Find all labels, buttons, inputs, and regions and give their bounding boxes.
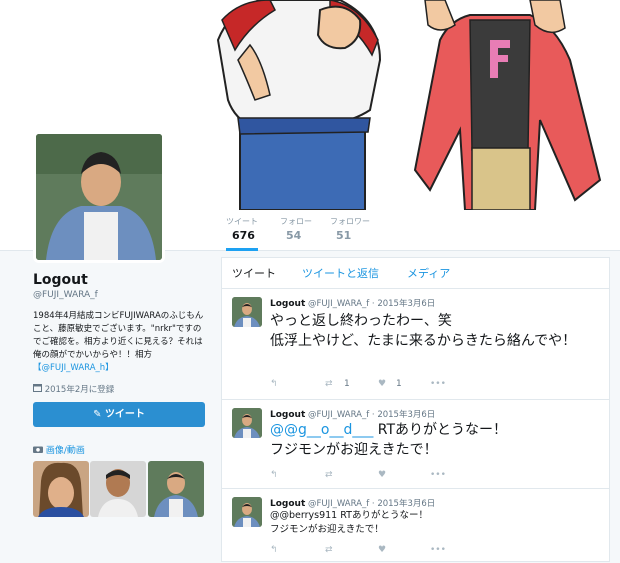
stat-tweets[interactable]: ツイート 676 xyxy=(226,216,258,251)
profile-avatar[interactable] xyxy=(33,131,165,263)
profile-name[interactable]: Logout xyxy=(33,272,208,288)
tab-tweets[interactable]: ツイート xyxy=(232,265,276,281)
quill-icon: ✎ xyxy=(93,409,102,420)
timeline: ツイート ツイートと返信 メディア Logout @FUJI_WARA_f · … xyxy=(221,257,610,562)
more-icon[interactable]: ••• xyxy=(430,470,446,480)
tab-tweets-and-replies[interactable]: ツイートと返信 xyxy=(302,265,379,281)
stat-following-value: 54 xyxy=(286,229,302,242)
retweet-icon[interactable]: ⇄ xyxy=(325,545,333,555)
media-thumbnail[interactable] xyxy=(148,461,204,517)
tweet-text-line: 低浮上やけど、たまに来るからきたら絡んでや！ xyxy=(270,333,577,349)
media-thumbnail[interactable] xyxy=(33,461,89,517)
tweet-mention[interactable]: @@g__o__d___ xyxy=(270,422,373,438)
tweet-actions: ↰ ⇄ ♥ ••• xyxy=(270,470,470,482)
avatar[interactable] xyxy=(232,497,262,527)
tweet-button[interactable]: ✎ ツイート xyxy=(33,402,205,427)
heart-icon[interactable]: ♥ xyxy=(378,545,386,555)
tweet-text-rest: RTありがとうなー！ xyxy=(373,422,508,438)
stat-following-label: フォロー xyxy=(280,217,312,226)
retweet-icon[interactable]: ⇄ xyxy=(325,379,333,389)
tweet-text-line: @@g__o__d___ RTありがとうなー！ xyxy=(270,420,600,440)
stat-followers-label: フォロワー xyxy=(330,217,370,226)
stat-followers[interactable]: フォロワー 51 xyxy=(330,216,370,242)
profile-bio: 1984年4月結成コンビFUJIWARAのふじもんこと、藤原敏史でございます。"… xyxy=(33,310,208,375)
reply-icon[interactable]: ↰ xyxy=(270,545,278,555)
heart-icon[interactable]: ♥ xyxy=(378,379,386,389)
media-thumbnail[interactable] xyxy=(90,461,146,517)
timeline-tabs: ツイート ツイートと返信 メディア xyxy=(222,258,609,289)
avatar[interactable] xyxy=(232,297,262,327)
tweet-author-name[interactable]: Logout xyxy=(270,499,305,509)
retweet-count: 1 xyxy=(344,379,350,389)
retweet-icon[interactable]: ⇄ xyxy=(325,470,333,480)
profile-info: Logout @FUJI_WARA_f 1984年4月結成コンビFUJIWARA… xyxy=(33,272,208,395)
stat-following[interactable]: フォロー 54 xyxy=(280,216,312,242)
tweet-text: やっと返し終わったわー、笑 低浮上やけど、たまに来るからきたら絡んでや！ xyxy=(270,311,600,351)
profile-bio-text: 1984年4月結成コンビFUJIWARAのふじもんこと、藤原敏史でございます。"… xyxy=(33,311,204,360)
tweet-meta: @FUJI_WARA_f · 2015年3月6日 xyxy=(307,410,436,420)
profile-joined: 2015年2月に登録 xyxy=(33,383,208,395)
stat-followers-value: 51 xyxy=(336,229,352,242)
like-count: 1 xyxy=(396,379,402,389)
tweet-author-name[interactable]: Logout xyxy=(270,410,305,420)
tweet-text-line: フジモンがお迎えきたで！ xyxy=(270,524,384,535)
tweet-text: @@berrys911 RTありがとうなー！ フジモンがお迎えきたで！ xyxy=(270,509,600,537)
tweet-text: @@g__o__d___ RTありがとうなー！ フジモンがお迎えきたで！ xyxy=(270,420,600,460)
tweet-header: Logout @FUJI_WARA_f · 2015年3月6日 xyxy=(270,297,435,309)
tweet-button-label: ツイート xyxy=(104,409,145,420)
tweet-actions: ↰ ⇄ 1 ♥ 1 ••• xyxy=(270,379,470,391)
profile-bio-link[interactable]: 【@FUJI_WARA_h】 xyxy=(33,363,114,373)
profile-handle[interactable]: @FUJI_WARA_f xyxy=(33,290,208,300)
tweet-author-name[interactable]: Logout xyxy=(270,299,305,309)
more-icon[interactable]: ••• xyxy=(430,545,446,555)
tab-media[interactable]: メディア xyxy=(407,265,450,281)
tweet-actions: ↰ ⇄ ♥ ••• xyxy=(270,545,470,557)
profile-joined-text: 2015年2月に登録 xyxy=(44,385,115,395)
tweet-text-line: やっと返し終わったわー、笑 xyxy=(270,313,452,329)
tweet-meta: @FUJI_WARA_f · 2015年3月6日 xyxy=(307,499,436,509)
media-header-label: 画像/動画 xyxy=(45,446,85,456)
stat-tweets-label: ツイート xyxy=(226,217,258,226)
calendar-icon xyxy=(33,384,45,395)
reply-icon[interactable]: ↰ xyxy=(270,470,278,480)
more-icon[interactable]: ••• xyxy=(430,379,446,389)
reply-icon[interactable]: ↰ xyxy=(270,379,278,389)
stat-tweets-value: 676 xyxy=(232,229,255,242)
camera-icon xyxy=(33,446,46,456)
avatar[interactable] xyxy=(232,408,262,438)
heart-icon[interactable]: ♥ xyxy=(378,470,386,480)
tweet-meta: @FUJI_WARA_f · 2015年3月6日 xyxy=(307,299,436,309)
tweet-header: Logout @FUJI_WARA_f · 2015年3月6日 xyxy=(270,497,435,509)
tweet-text-line: フジモンがお迎えきたで！ xyxy=(270,442,438,458)
tweet-text-line: @@berrys911 RTありがとうなー！ xyxy=(270,510,428,521)
tweet-item[interactable]: Logout @FUJI_WARA_f · 2015年3月6日 @@g__o__… xyxy=(222,400,609,489)
tweet-item[interactable]: Logout @FUJI_WARA_f · 2015年3月6日 やっと返し終わっ… xyxy=(222,289,609,400)
media-header[interactable]: 画像/動画 xyxy=(33,443,85,456)
tweet-header: Logout @FUJI_WARA_f · 2015年3月6日 xyxy=(270,408,435,420)
tweet-item[interactable]: Logout @FUJI_WARA_f · 2015年3月6日 @@berrys… xyxy=(222,489,609,563)
